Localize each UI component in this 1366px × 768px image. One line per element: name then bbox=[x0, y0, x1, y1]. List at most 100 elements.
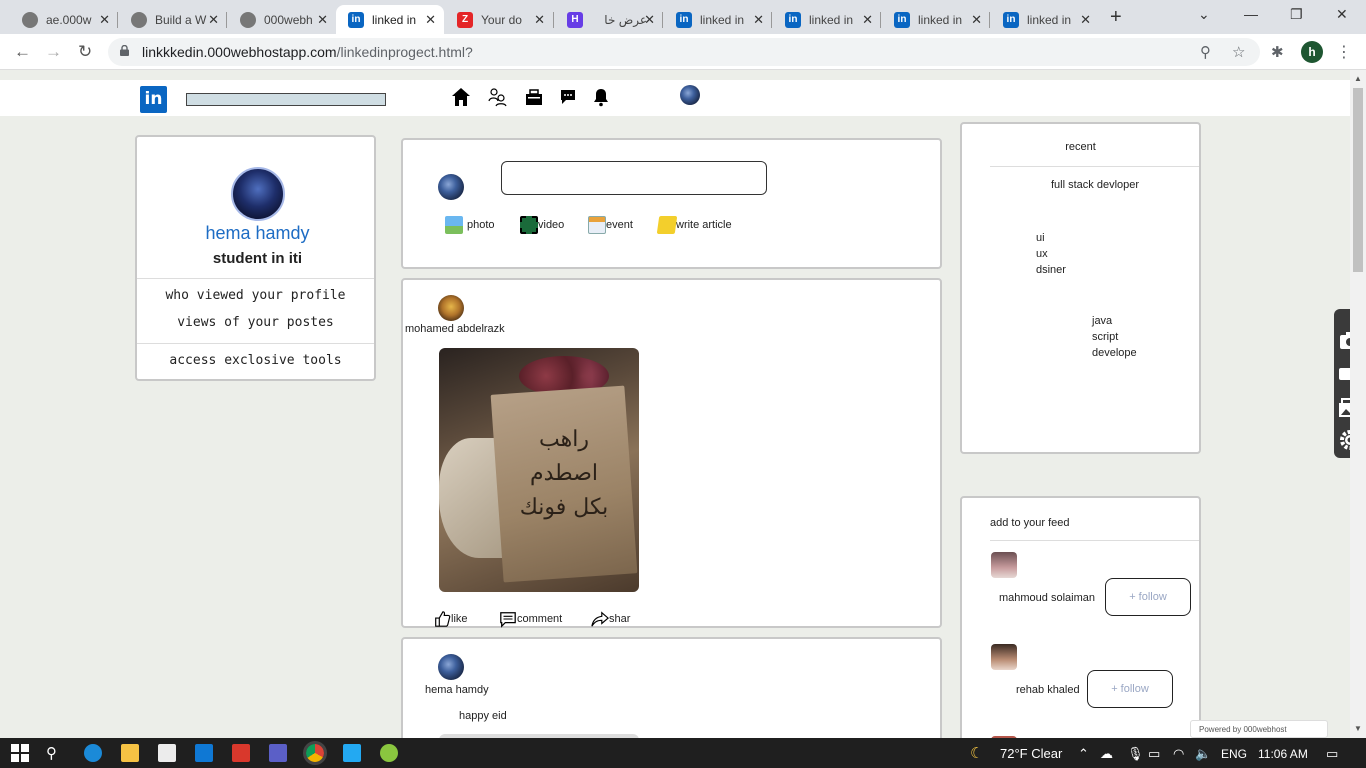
forward-icon[interactable]: → bbox=[45, 42, 62, 62]
feed-person-avatar[interactable] bbox=[991, 552, 1017, 578]
browser-tab-active[interactable]: in linked in ✕ bbox=[336, 5, 444, 34]
comment-button[interactable]: comment bbox=[499, 610, 562, 628]
photo-button[interactable]: photo bbox=[445, 216, 495, 234]
tray-overflow-icon[interactable]: ⌃ bbox=[1078, 746, 1089, 762]
profile-name[interactable]: hema hamdy bbox=[137, 223, 378, 244]
microphone-icon[interactable]: 🎙 bbox=[1127, 746, 1144, 762]
notification-center-icon[interactable]: ▭ bbox=[1326, 746, 1338, 762]
close-tab-icon[interactable]: ✕ bbox=[971, 12, 982, 28]
file-explorer-icon[interactable] bbox=[121, 744, 139, 762]
bookmark-star-icon[interactable]: ☆ bbox=[1232, 43, 1245, 61]
divider bbox=[137, 278, 374, 279]
messaging-icon[interactable] bbox=[556, 85, 580, 109]
recent-item[interactable]: full stack devloper bbox=[1051, 177, 1139, 193]
close-tab-icon[interactable]: ✕ bbox=[425, 12, 436, 28]
browser-tab[interactable]: in linked in ✕ bbox=[882, 5, 990, 34]
feed-person-name[interactable]: mahmoud solaiman bbox=[999, 592, 1095, 604]
close-tab-icon[interactable]: ✕ bbox=[317, 12, 328, 28]
browser-tab[interactable]: 000webh ✕ bbox=[228, 5, 336, 34]
write-article-button[interactable]: write article bbox=[656, 216, 732, 234]
vscode-icon[interactable] bbox=[343, 744, 361, 762]
browser-tab[interactable]: ae.000w ✕ bbox=[10, 5, 118, 34]
maximize-button[interactable]: ❐ bbox=[1290, 6, 1303, 23]
scroll-up-arrow[interactable]: ▲ bbox=[1354, 74, 1362, 83]
wifi-icon[interactable]: ◠ bbox=[1173, 746, 1184, 762]
globe-icon bbox=[22, 11, 38, 28]
hosting-watermark[interactable]: Powered by 000webhost bbox=[1190, 720, 1328, 738]
home-icon[interactable] bbox=[449, 85, 473, 109]
feed-person-avatar[interactable] bbox=[991, 644, 1017, 670]
app-icon[interactable] bbox=[380, 744, 398, 762]
edge-icon[interactable] bbox=[84, 744, 102, 762]
extensions-icon[interactable]: ✱ bbox=[1271, 43, 1284, 61]
post2-author-avatar[interactable] bbox=[438, 654, 464, 680]
onedrive-icon[interactable]: ☁ bbox=[1100, 746, 1113, 762]
video-button[interactable]: video bbox=[520, 216, 564, 234]
clock[interactable]: 11:06 AM bbox=[1258, 747, 1308, 761]
browser-profile-avatar[interactable]: h bbox=[1301, 41, 1323, 63]
event-button[interactable]: event bbox=[588, 216, 633, 234]
zoom-icon[interactable]: ⚲ bbox=[1200, 43, 1211, 61]
store-icon[interactable] bbox=[158, 744, 176, 762]
like-button[interactable]: like bbox=[433, 610, 468, 628]
language-indicator[interactable]: ENG bbox=[1221, 747, 1247, 761]
post-author-avatar[interactable] bbox=[438, 295, 464, 321]
post-views-link[interactable]: views of your postes bbox=[137, 315, 374, 330]
weather-text[interactable]: 72°F Clear bbox=[1000, 746, 1062, 761]
post-author-name[interactable]: mohamed abdelrazk bbox=[405, 323, 505, 335]
search-input[interactable] bbox=[186, 93, 386, 106]
close-tab-icon[interactable]: ✕ bbox=[534, 12, 545, 28]
chrome-icon[interactable] bbox=[303, 741, 327, 765]
follow-button[interactable]: + follow bbox=[1087, 670, 1173, 708]
browser-tab[interactable]: in linked in ✕ bbox=[991, 5, 1099, 34]
who-viewed-profile-link[interactable]: who viewed your profile bbox=[137, 288, 374, 303]
scroll-down-arrow[interactable]: ▼ bbox=[1354, 724, 1362, 733]
volume-icon[interactable]: 🔈 bbox=[1195, 746, 1211, 762]
browser-tab[interactable]: in linked in ✕ bbox=[664, 5, 772, 34]
follow-button[interactable]: + follow bbox=[1105, 578, 1191, 616]
tab-search-icon[interactable]: ⌄ bbox=[1198, 6, 1210, 23]
share-button[interactable]: shar bbox=[591, 610, 630, 628]
jobs-icon[interactable] bbox=[522, 85, 546, 109]
reload-icon[interactable]: ↻ bbox=[78, 42, 92, 62]
profile-avatar[interactable] bbox=[231, 167, 285, 221]
close-tab-icon[interactable]: ✕ bbox=[99, 12, 110, 28]
exclusive-tools-link[interactable]: access exclosive tools bbox=[137, 353, 374, 368]
browser-tab[interactable]: H عرض خا ✕ bbox=[555, 5, 663, 34]
browser-tab[interactable]: in linked in ✕ bbox=[773, 5, 881, 34]
lock-icon bbox=[120, 45, 129, 56]
recent-item[interactable]: java script develope bbox=[1092, 313, 1137, 361]
recent-item[interactable]: ui ux dsiner bbox=[1036, 230, 1066, 278]
feed-person-name[interactable]: rehab khaled bbox=[1016, 684, 1080, 696]
browser-tab[interactable]: Z Your do ✕ bbox=[445, 5, 553, 34]
back-icon[interactable]: ← bbox=[14, 42, 31, 62]
close-tab-icon[interactable]: ✕ bbox=[1080, 12, 1091, 28]
minimize-button[interactable]: — bbox=[1244, 6, 1258, 22]
close-tab-icon[interactable]: ✕ bbox=[208, 12, 219, 28]
search-icon[interactable]: ⚲ bbox=[46, 744, 64, 762]
wps-office-icon[interactable] bbox=[232, 744, 250, 762]
page-scrollbar[interactable]: ▲ ▼ bbox=[1350, 70, 1366, 738]
close-tab-icon[interactable]: ✕ bbox=[644, 12, 655, 28]
mail-icon[interactable] bbox=[195, 744, 213, 762]
network-icon[interactable] bbox=[485, 85, 509, 109]
close-window-button[interactable]: ✕ bbox=[1336, 6, 1348, 23]
url-field[interactable]: linkkkedin.000webhostapp.com/linkedinpro… bbox=[108, 38, 1260, 66]
new-tab-button[interactable]: + bbox=[1110, 6, 1122, 29]
teams-icon[interactable] bbox=[269, 744, 287, 762]
close-tab-icon[interactable]: ✕ bbox=[753, 12, 764, 28]
linkedin-logo[interactable]: in bbox=[140, 86, 167, 113]
scrollbar-thumb[interactable] bbox=[1353, 88, 1363, 272]
post-image[interactable]: راهب اصطدم بكل فونك bbox=[439, 348, 639, 592]
start-post-input[interactable] bbox=[501, 161, 767, 195]
windows-start-icon[interactable] bbox=[11, 744, 29, 762]
battery-icon[interactable]: ▭ bbox=[1148, 746, 1160, 762]
close-tab-icon[interactable]: ✕ bbox=[862, 12, 873, 28]
me-avatar[interactable] bbox=[680, 85, 700, 105]
video-icon bbox=[520, 216, 538, 234]
browser-menu-icon[interactable]: ⋮ bbox=[1336, 42, 1352, 62]
notifications-icon[interactable] bbox=[589, 85, 613, 109]
post2-author-name[interactable]: hema hamdy bbox=[425, 684, 489, 696]
browser-tab[interactable]: Build a W ✕ bbox=[119, 5, 227, 34]
divider bbox=[990, 166, 1199, 167]
